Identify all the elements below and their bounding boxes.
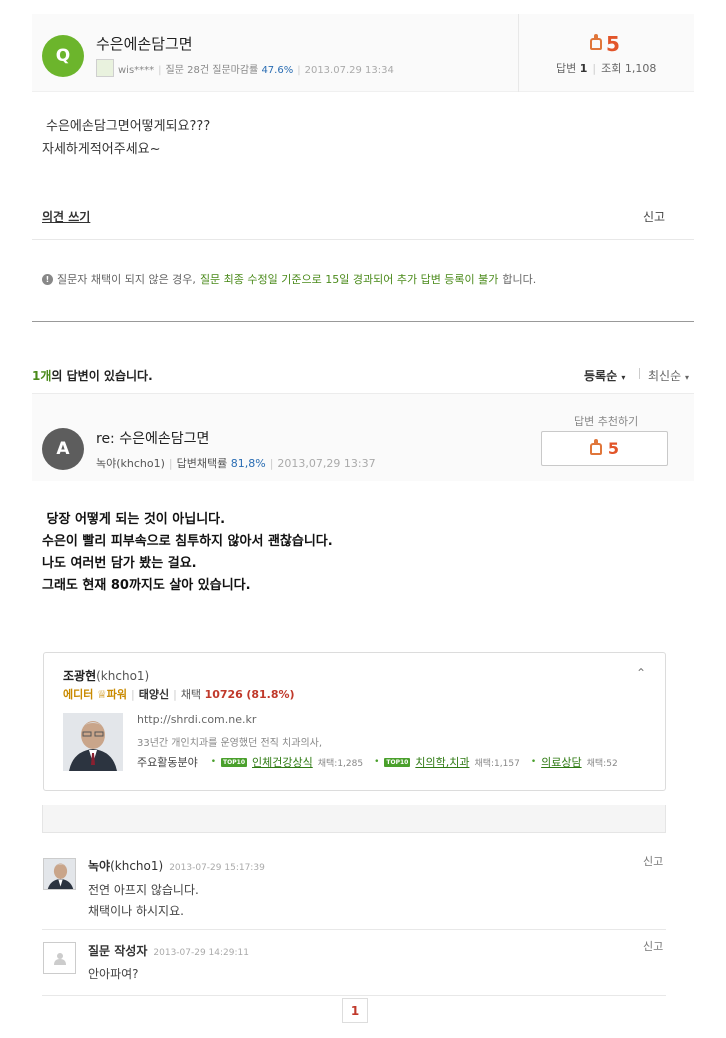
close-rate: 47.6% bbox=[261, 65, 294, 76]
default-avatar-icon bbox=[43, 942, 76, 974]
comment-bar[interactable] bbox=[42, 805, 666, 833]
divider bbox=[42, 995, 666, 996]
answer-recommend-count: 5 bbox=[607, 439, 620, 458]
adopt-label: 답변채택률 bbox=[176, 457, 228, 470]
comment-text: 안아파여? bbox=[88, 967, 139, 981]
notice: ! 질문자 채택이 되지 않은 경우, 질문 최종 수정일 기준으로 15일 경… bbox=[42, 271, 536, 287]
sort-divider bbox=[639, 368, 640, 379]
divider bbox=[32, 239, 694, 240]
write-opinion-link[interactable]: 의견 쓰기 bbox=[42, 208, 90, 225]
profile-grade: 에디터 ♕파워 | 태양신 | 채택 10726 (81.8%) bbox=[63, 688, 295, 701]
section-divider bbox=[32, 321, 694, 322]
answer-meta: 녹야(khcho1) | 답변채택률 81,8% | 2013,07,29 13:37 bbox=[96, 457, 376, 470]
answers-label: 답변 bbox=[556, 62, 577, 75]
notice-highlight: 질문 최종 수정일 기준으로 15일 경과되어 추가 답변 등록이 불가 bbox=[199, 273, 499, 286]
comment-author-name: 질문 작성자 bbox=[88, 944, 148, 958]
recommend-label: 답변 추천하기 bbox=[574, 415, 639, 428]
comment-author-name[interactable]: 녹야 bbox=[88, 859, 110, 873]
sort-latest[interactable]: 최신순 ▾ bbox=[648, 367, 689, 384]
comment-author: 질문 작성자 2013-07-29 14:29:11 bbox=[88, 942, 249, 959]
answer-author[interactable]: 녹야(khcho1) bbox=[96, 457, 165, 470]
area-link[interactable]: 의료상담 bbox=[541, 754, 581, 770]
area-count: 채택:52 bbox=[586, 758, 618, 769]
answer-count-value: 1개 bbox=[32, 369, 52, 383]
thumbs-up-icon bbox=[590, 34, 602, 50]
question-stat: 질문 28건 bbox=[165, 65, 210, 76]
close-rate-label: 질문마감률 bbox=[212, 65, 259, 76]
notice-text: 질문자 채택이 되지 않은 경우, bbox=[57, 273, 196, 286]
comment-text: 전연 아프지 않습니다. bbox=[88, 883, 199, 897]
areas-label: 주요활동분야 bbox=[137, 756, 198, 769]
comment-avatar[interactable] bbox=[43, 858, 76, 890]
area-link[interactable]: 치의학,치과 bbox=[415, 754, 469, 770]
chevron-down-icon: ▾ bbox=[684, 373, 689, 382]
question-date: 2013.07.29 13:34 bbox=[304, 65, 394, 76]
answer-date: 2013,07,29 13:37 bbox=[277, 457, 376, 470]
profile-photo bbox=[63, 713, 123, 771]
area-link[interactable]: 인체건강상식 bbox=[252, 754, 313, 770]
profile-name[interactable]: 조광현(khcho1) bbox=[63, 667, 149, 684]
profile-id: (khcho1) bbox=[96, 669, 150, 683]
question-badge: Q bbox=[42, 35, 84, 77]
answer-title: re: 수은에손담그면 bbox=[96, 431, 210, 447]
top10-badge: TOP10 bbox=[384, 757, 411, 767]
question-user[interactable]: wis**** bbox=[118, 65, 154, 76]
comment-text: 채택이나 하시지요. bbox=[88, 904, 184, 918]
question-stats: 답변 1 | 조회 1,108 bbox=[556, 62, 657, 75]
collapse-icon[interactable]: ⌃ bbox=[636, 666, 646, 680]
answer-body: 당장 어떻게 되는 것이 아닙니다. 수은이 빨리 피부속으로 침투하지 않아서… bbox=[42, 512, 333, 593]
question-body-line1: 수은에손담그면어떻게되요??? bbox=[46, 119, 211, 134]
header-divider bbox=[518, 14, 519, 92]
profile-adopt-label: 채택 bbox=[180, 688, 202, 701]
comment-date: 2013-07-29 14:29:11 bbox=[153, 948, 249, 958]
page-button-1[interactable]: 1 bbox=[342, 998, 368, 1023]
answer-badge: A bbox=[42, 428, 84, 470]
comment-author-id: (khcho1) bbox=[110, 859, 164, 873]
views-label: 조회 bbox=[601, 62, 622, 75]
profile-desc: 33년간 개인치과를 운영했던 전직 치과의사, bbox=[137, 738, 323, 749]
power-label: 파워 bbox=[106, 688, 127, 701]
divider bbox=[42, 929, 666, 930]
profile-adopt-pct: (81.8%) bbox=[246, 688, 295, 701]
sort-registered[interactable]: 등록순 ▾ bbox=[584, 367, 625, 384]
answer-count: 1개의 답변이 있습니다. bbox=[32, 367, 153, 384]
question-recommend[interactable]: 5 bbox=[590, 32, 620, 56]
activity-areas: 주요활동분야 • TOP10 인체건강상식 채택:1,285 • TOP10 치의학… bbox=[137, 754, 618, 770]
report-comment-link[interactable]: 신고 bbox=[643, 853, 663, 869]
recommend-answer-button[interactable]: 5 bbox=[541, 431, 668, 466]
question-body-line2: 자세하게적어주세요~ bbox=[42, 142, 161, 157]
comment-author: 녹야(khcho1) 2013-07-29 15:17:39 bbox=[88, 857, 265, 874]
question-title: 수은에손담그면 bbox=[96, 35, 193, 53]
comment-date: 2013-07-29 15:17:39 bbox=[169, 863, 265, 873]
adopt-rate: 81,8% bbox=[230, 457, 266, 470]
notice-suffix: 합니다. bbox=[502, 273, 537, 286]
question-meta: wis**** | 질문 28건 질문마감률 47.6% | 2013.07.29 13… bbox=[118, 65, 394, 76]
thumbs-up-icon bbox=[589, 438, 602, 455]
top10-badge: TOP10 bbox=[221, 757, 247, 767]
answers-count: 1 bbox=[579, 62, 588, 75]
user-avatar[interactable] bbox=[96, 59, 114, 77]
report-comment-link[interactable]: 신고 bbox=[643, 938, 663, 954]
answer-count-suffix: 의 답변이 있습니다. bbox=[51, 369, 153, 383]
profile-name-text: 조광현 bbox=[63, 669, 97, 683]
grade-label: 에디터 bbox=[63, 688, 94, 701]
crown-icon: ♕ bbox=[96, 688, 107, 701]
area-count: 채택:1,157 bbox=[474, 758, 520, 769]
profile-url[interactable]: http://shrdi.com.ne.kr bbox=[137, 713, 256, 726]
info-icon: ! bbox=[42, 273, 53, 285]
rank-label: 태양신 bbox=[138, 688, 170, 701]
area-count: 채택:1,285 bbox=[317, 758, 364, 769]
question-recommend-count: 5 bbox=[606, 32, 620, 56]
profile-adopt-value: 10726 bbox=[204, 688, 243, 701]
report-question-link[interactable]: 신고 bbox=[643, 208, 665, 225]
chevron-down-icon: ▾ bbox=[621, 373, 626, 382]
views-count: 1,108 bbox=[624, 62, 657, 75]
